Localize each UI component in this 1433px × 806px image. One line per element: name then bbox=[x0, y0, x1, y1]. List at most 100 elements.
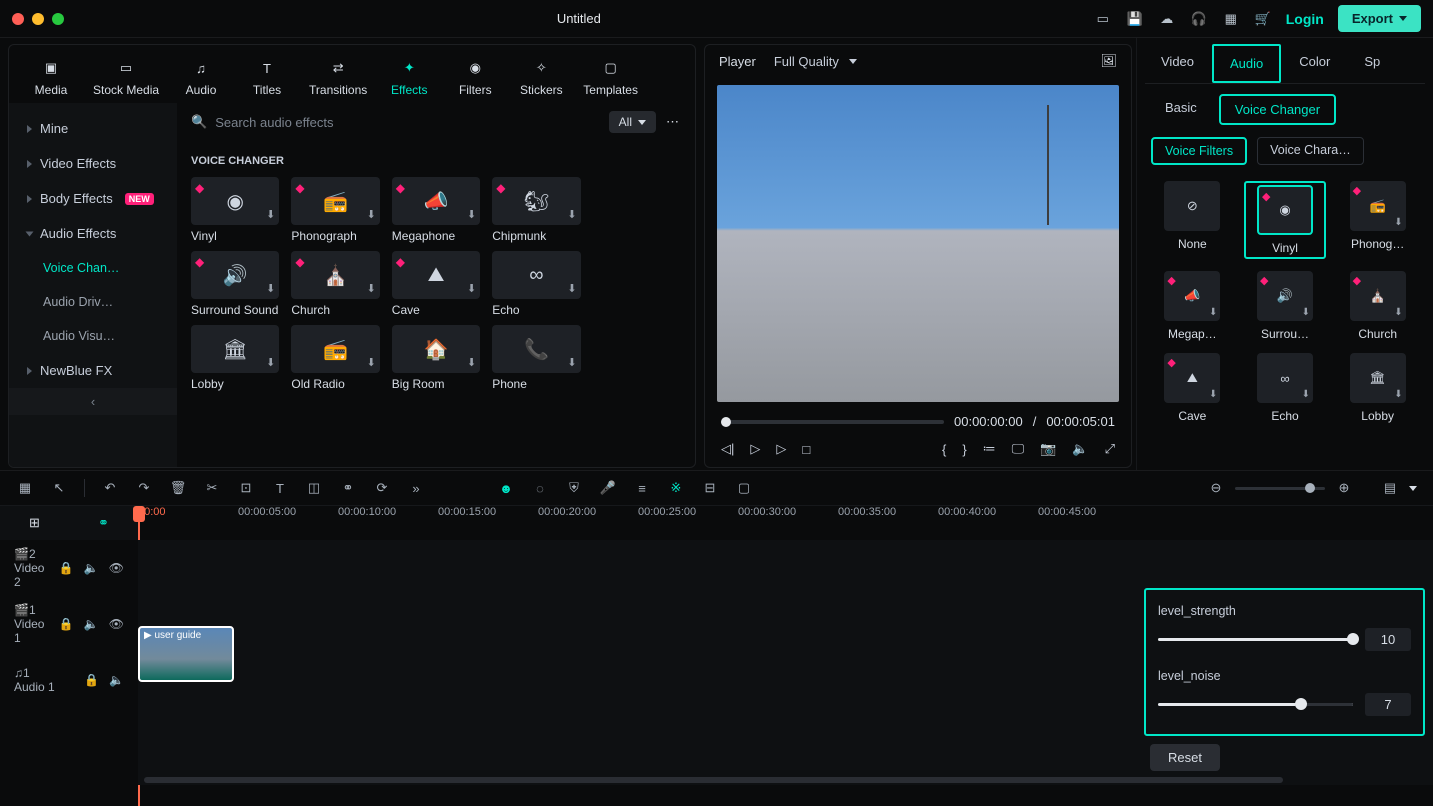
lock-icon[interactable]: 🔒 bbox=[59, 561, 74, 575]
track-header-video2[interactable]: 🎬2Video 2 🔒🔈👁 bbox=[0, 540, 138, 596]
sidebar-item-audio-visualizer[interactable]: Audio Visu… bbox=[9, 319, 177, 353]
minimize-window-button[interactable] bbox=[32, 13, 44, 25]
display-output-button[interactable]: 🖵 bbox=[1012, 441, 1025, 457]
delete-button[interactable]: 🗑 bbox=[169, 480, 187, 496]
tab-stock-media[interactable]: ▭Stock Media bbox=[87, 53, 165, 101]
square-icon[interactable]: ▢ bbox=[735, 480, 753, 496]
shield-icon[interactable]: ⛨ bbox=[565, 480, 583, 496]
effect-vinyl[interactable]: ◆◉⬇Vinyl bbox=[191, 177, 279, 243]
lock-icon[interactable]: 🔒 bbox=[59, 617, 74, 631]
quality-dropdown[interactable]: Full Quality bbox=[774, 54, 857, 69]
prev-frame-button[interactable]: ◁| bbox=[721, 441, 734, 457]
marker-button[interactable]: ※ bbox=[667, 480, 685, 496]
preset-vinyl[interactable]: ◆◉Vinyl bbox=[1248, 185, 1323, 255]
zoom-in-button[interactable]: ⊕ bbox=[1335, 480, 1353, 496]
timeline-ruler[interactable]: 00:00 00:00:05:00 00:00:10:00 00:00:15:0… bbox=[138, 506, 1433, 540]
sidebar-item-newblue[interactable]: NewBlue FX bbox=[9, 353, 177, 388]
level-noise-value[interactable]: 7 bbox=[1365, 693, 1411, 716]
redo-button[interactable]: ↷ bbox=[135, 480, 153, 496]
effect-megaphone[interactable]: ◆📣⬇Megaphone bbox=[392, 177, 480, 243]
reset-button[interactable]: Reset bbox=[1150, 744, 1220, 771]
inspector-tab-audio[interactable]: Audio bbox=[1212, 44, 1281, 83]
tab-audio[interactable]: ♫Audio bbox=[171, 53, 231, 101]
add-track-button[interactable]: ⊞ bbox=[29, 515, 40, 531]
effect-church[interactable]: ◆⛪⬇Church bbox=[291, 251, 379, 317]
sidebar-item-body-effects[interactable]: Body EffectsNEW bbox=[9, 181, 177, 216]
search-input[interactable]: 🔍Search audio effects bbox=[191, 114, 599, 130]
subtab-voice-changer[interactable]: Voice Changer bbox=[1219, 94, 1336, 125]
tab-filters[interactable]: ◉Filters bbox=[445, 53, 505, 101]
zoom-out-button[interactable]: ⊖ bbox=[1207, 480, 1225, 496]
cut-button[interactable]: ✂ bbox=[203, 480, 221, 496]
collapse-sidebar-button[interactable]: ‹ bbox=[9, 388, 177, 415]
close-window-button[interactable] bbox=[12, 13, 24, 25]
view-mode-icon[interactable]: ▤ bbox=[1381, 480, 1399, 496]
crop-button[interactable]: ⊡ bbox=[237, 480, 255, 496]
preset-surround[interactable]: ◆🔊⬇Surrou… bbox=[1244, 271, 1327, 341]
refresh-button[interactable]: ⟳ bbox=[373, 480, 391, 496]
play-button[interactable]: ▷ bbox=[750, 441, 760, 457]
mark-out-button[interactable]: } bbox=[962, 442, 966, 457]
play-forward-button[interactable]: ▷ bbox=[776, 441, 786, 457]
more-tools-button[interactable]: » bbox=[407, 481, 425, 496]
options-button[interactable]: ≔ bbox=[983, 441, 996, 457]
sidebar-item-audio-driven[interactable]: Audio Driv… bbox=[9, 285, 177, 319]
undo-button[interactable]: ↶ bbox=[101, 480, 119, 496]
zoom-slider[interactable] bbox=[1235, 487, 1325, 490]
audio-button[interactable]: 🔈 bbox=[1072, 441, 1088, 457]
track-header-audio1[interactable]: ♫1Audio 1 🔒🔈 bbox=[0, 652, 138, 708]
track-header-video1[interactable]: 🎬1Video 1 🔒🔈👁 bbox=[0, 596, 138, 652]
video-clip[interactable]: ▶ user guide bbox=[138, 626, 234, 682]
display-icon[interactable]: ▭ bbox=[1094, 10, 1112, 28]
cart-icon[interactable]: 🛒 bbox=[1254, 10, 1272, 28]
lock-icon[interactable]: 🔒 bbox=[84, 673, 99, 687]
chip-voice-characters[interactable]: Voice Chara… bbox=[1257, 137, 1364, 165]
preset-church[interactable]: ◆⛪⬇Church bbox=[1336, 271, 1419, 341]
timeline-scrollbar[interactable] bbox=[138, 775, 1433, 785]
shape-button[interactable]: ◫ bbox=[305, 480, 323, 496]
mic-icon[interactable]: 🎤 bbox=[599, 480, 617, 496]
login-button[interactable]: Login bbox=[1286, 11, 1324, 27]
mark-in-button[interactable]: { bbox=[942, 442, 946, 457]
playback-scrubber[interactable] bbox=[721, 420, 944, 424]
inspector-tab-color[interactable]: Color bbox=[1283, 44, 1346, 83]
tab-effects[interactable]: ✦Effects bbox=[379, 53, 439, 101]
frame-icon[interactable]: ⊟ bbox=[701, 480, 719, 496]
save-icon[interactable]: 💾 bbox=[1126, 10, 1144, 28]
effect-lobby[interactable]: 🏛⬇Lobby bbox=[191, 325, 279, 391]
mute-icon[interactable]: 🔈 bbox=[109, 673, 124, 687]
effect-surround-sound[interactable]: ◆🔊⬇Surround Sound bbox=[191, 251, 279, 317]
sidebar-item-mine[interactable]: Mine bbox=[9, 111, 177, 146]
chevron-down-icon[interactable] bbox=[1409, 486, 1417, 491]
inspector-tab-speed[interactable]: Sp bbox=[1348, 44, 1380, 83]
preset-cave[interactable]: ◆⛰⬇Cave bbox=[1151, 353, 1234, 423]
preset-phonograph[interactable]: ◆📻⬇Phonog… bbox=[1336, 181, 1419, 259]
apps-icon[interactable]: ▦ bbox=[1222, 10, 1240, 28]
tab-templates[interactable]: ▢Templates bbox=[577, 53, 644, 101]
effect-cave[interactable]: ◆⛰⬇Cave bbox=[392, 251, 480, 317]
mute-icon[interactable]: 🔈 bbox=[84, 561, 99, 575]
mute-icon[interactable]: 🔈 bbox=[84, 617, 99, 631]
camera-snapshot-button[interactable]: 📷 bbox=[1040, 441, 1056, 457]
cloud-icon[interactable]: ☁ bbox=[1158, 10, 1176, 28]
chip-voice-filters[interactable]: Voice Filters bbox=[1151, 137, 1247, 165]
ai-button[interactable]: ☻ bbox=[497, 481, 515, 496]
subtab-basic[interactable]: Basic bbox=[1151, 94, 1211, 125]
level-strength-value[interactable]: 10 bbox=[1365, 628, 1411, 651]
video-preview[interactable] bbox=[717, 85, 1119, 402]
sidebar-item-audio-effects[interactable]: Audio Effects bbox=[9, 216, 177, 251]
effect-big-room[interactable]: 🏠⬇Big Room bbox=[392, 325, 480, 391]
tab-media[interactable]: ▣Media bbox=[21, 53, 81, 101]
link-tracks-button[interactable]: ⚭ bbox=[98, 515, 109, 531]
tab-stickers[interactable]: ✧Stickers bbox=[511, 53, 571, 101]
support-icon[interactable]: 🎧 bbox=[1190, 10, 1208, 28]
export-button[interactable]: Export bbox=[1338, 5, 1421, 32]
level-strength-slider[interactable] bbox=[1158, 638, 1353, 641]
preset-lobby[interactable]: 🏛⬇Lobby bbox=[1336, 353, 1419, 423]
marker1-icon[interactable]: ◌ bbox=[531, 481, 549, 496]
tab-titles[interactable]: TTitles bbox=[237, 53, 297, 101]
grid-icon[interactable]: ▦ bbox=[16, 480, 34, 496]
sidebar-item-voice-changer[interactable]: Voice Chan… bbox=[9, 251, 177, 285]
pointer-icon[interactable]: ↖ bbox=[50, 480, 68, 496]
more-options-button[interactable]: ⋯ bbox=[666, 114, 681, 130]
